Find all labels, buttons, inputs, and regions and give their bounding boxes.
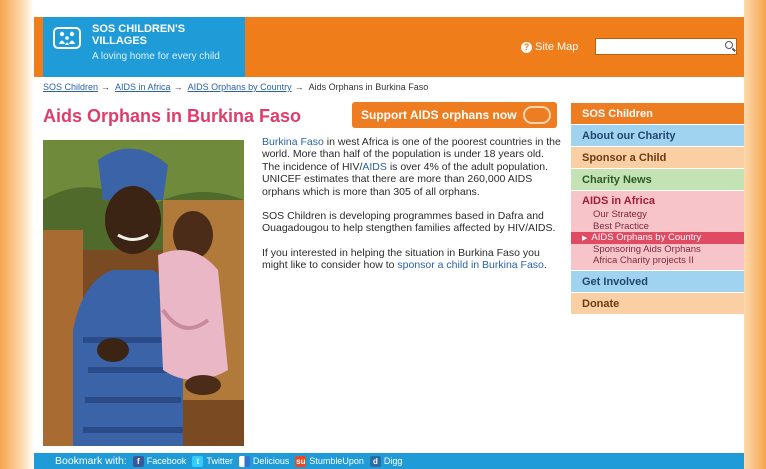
bookmark-delicious[interactable]: Delicious: [238, 455, 290, 467]
sitemap-link[interactable]: ? Site Map: [521, 41, 578, 53]
breadcrumb-current: Aids Orphans in Burkina Faso: [308, 82, 429, 92]
children-icon: [523, 106, 551, 124]
twitter-icon: t: [192, 455, 204, 467]
bookmark-facebook-label: Facebook: [146, 456, 187, 466]
breadcrumb-aids-orphans-by-country[interactable]: AIDS Orphans by Country: [188, 82, 292, 92]
bookmark-digg[interactable]: d Digg: [369, 455, 403, 467]
sponsor-child-link[interactable]: sponsor a child in Burkina Faso: [397, 259, 544, 271]
sidebar-item-sos-children[interactable]: SOS Children: [571, 103, 744, 125]
sidebar-subitem-best-practice[interactable]: Best Practice: [571, 221, 744, 233]
search-box: [595, 38, 737, 57]
sidebar-item-get-involved[interactable]: Get Involved: [571, 270, 744, 293]
stumbleupon-icon: su: [295, 455, 307, 467]
search-icon[interactable]: [725, 41, 733, 49]
sidebar-nav: SOS Children About our Charity Sponsor a…: [571, 103, 744, 315]
breadcrumb-separator: →: [101, 82, 111, 92]
page: SOS CHILDREN'S VILLAGES A loving home fo…: [34, 0, 744, 469]
header: SOS CHILDREN'S VILLAGES A loving home fo…: [34, 17, 744, 77]
breadcrumb-separator: →: [294, 82, 304, 92]
logo-name: SOS CHILDREN'S VILLAGES: [92, 23, 186, 47]
aids-link[interactable]: AIDS: [362, 161, 387, 173]
facebook-icon: f: [132, 455, 144, 467]
bookmark-bar: Bookmark with: f Facebook t Twitter Deli…: [34, 453, 744, 469]
bookmark-facebook[interactable]: f Facebook: [132, 455, 187, 467]
logo[interactable]: SOS CHILDREN'S VILLAGES A loving home fo…: [43, 17, 245, 77]
digg-icon: d: [369, 455, 381, 467]
support-aids-orphans-button[interactable]: Support AIDS orphans now: [352, 102, 557, 128]
bookmark-twitter[interactable]: t Twitter: [192, 455, 233, 467]
sidebar-subitem-africa-charity-projects[interactable]: Africa Charity projects II: [571, 255, 744, 267]
delicious-icon: [238, 455, 250, 467]
breadcrumb: SOS Children → AIDS in Africa → AIDS Orpha…: [43, 82, 428, 92]
paragraph-1: Burkina Faso in west Africa is one of th…: [262, 136, 562, 198]
bookmark-stumbleupon-label: StumbleUpon: [309, 456, 364, 466]
support-button-label: Support AIDS orphans now: [361, 108, 517, 122]
paragraph-text: .: [543, 259, 547, 272]
sitemap-label: Site Map: [535, 41, 579, 53]
family-logo-icon: [53, 27, 81, 49]
logo-tagline: A loving home for every child: [92, 51, 220, 62]
bookmark-stumbleupon[interactable]: su StumbleUpon: [295, 455, 364, 467]
paragraph-2: SOS Children is developing programmes ba…: [262, 210, 556, 235]
breadcrumb-sos-children[interactable]: SOS Children: [43, 82, 98, 92]
article-body: Burkina Faso in west Africa is one of th…: [262, 136, 562, 284]
sidebar-item-charity-news[interactable]: Charity News: [571, 169, 744, 191]
bookmark-label: Bookmark with:: [55, 455, 127, 467]
help-icon: ?: [521, 41, 532, 53]
breadcrumb-separator: →: [173, 82, 183, 92]
sidebar-item-about-our-charity[interactable]: About our Charity: [571, 125, 744, 147]
page-title: Aids Orphans in Burkina Faso: [43, 106, 302, 126]
bookmark-digg-label: Digg: [383, 456, 403, 466]
search-input[interactable]: [596, 42, 720, 57]
bookmark-delicious-label: Delicious: [252, 456, 290, 466]
sidebar-subitem-aids-orphans-by-country[interactable]: AIDS Orphans by Country: [571, 232, 744, 244]
sidebar-subitem-our-strategy[interactable]: Our Strategy: [571, 209, 744, 221]
sidebar-item-donate[interactable]: Donate: [571, 292, 744, 315]
paragraph-3: If you interested in helping the situati…: [262, 247, 562, 272]
mother-child-photo: [43, 140, 244, 446]
burkina-faso-link[interactable]: Burkina Faso: [262, 136, 324, 148]
sidebar-subitem-sponsoring-aids-orphans[interactable]: Sponsoring Aids Orphans: [571, 244, 744, 256]
sidebar-item-sponsor-a-child[interactable]: Sponsor a Child: [571, 147, 744, 169]
bookmark-twitter-label: Twitter: [206, 456, 233, 466]
breadcrumb-aids-in-africa[interactable]: AIDS in Africa: [115, 82, 171, 92]
sidebar-section-aids-in-africa: AIDS in Africa Our Strategy Best Practic…: [571, 191, 744, 271]
sidebar-item-aids-in-africa[interactable]: AIDS in Africa: [571, 193, 744, 209]
